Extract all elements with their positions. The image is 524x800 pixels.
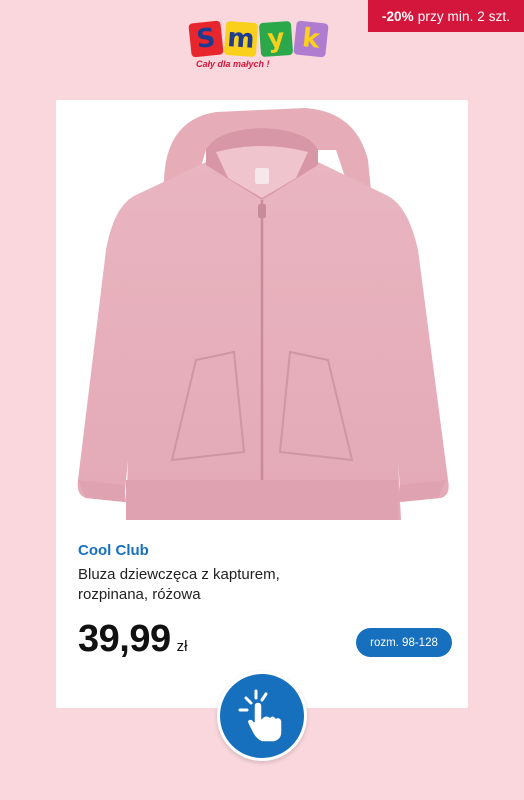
promo-text: przy min. 2 szt. — [417, 8, 511, 24]
product-title[interactable]: Bluza dziewczęca z kapturem, rozpinana, … — [78, 565, 338, 605]
product-image[interactable] — [56, 100, 468, 530]
product-card[interactable]: Cool Club Bluza dziewczęca z kapturem, r… — [56, 100, 468, 708]
size-range-button[interactable]: rozm. 98-128 — [356, 628, 452, 657]
tap-hand-icon — [238, 689, 283, 743]
promo-badge: -20% przy min. 2 szt. — [368, 0, 524, 32]
price-currency: zł — [176, 638, 188, 655]
price-amount: 39,99 — [78, 618, 171, 660]
product-brand[interactable]: Cool Club — [78, 542, 149, 559]
logo-letter-m: m — [223, 20, 259, 58]
logo-letter-y: y — [258, 20, 294, 58]
logo-letter-s: S — [188, 20, 224, 58]
product-price: 39,99 zł — [78, 618, 187, 661]
tap-action-button[interactable] — [217, 671, 307, 761]
logo-tagline: Cały dla małych ! — [196, 59, 270, 69]
brand-logo[interactable]: S m y k Cały dla małych ! — [188, 20, 336, 76]
logo-letter-k: k — [293, 20, 329, 58]
promo-discount: -20% — [381, 8, 414, 24]
